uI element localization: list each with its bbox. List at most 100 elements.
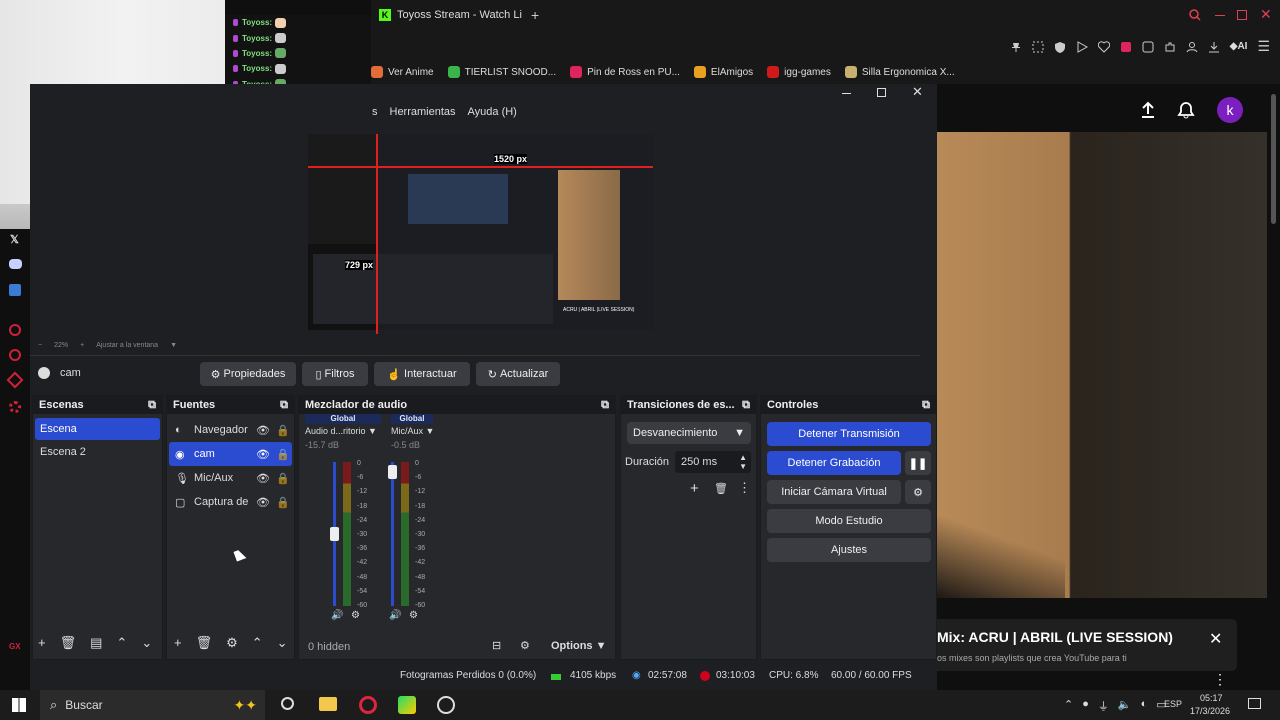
clock-date[interactable]: 17/3/2026 xyxy=(1190,706,1230,716)
lock-icon[interactable]: 🔒 xyxy=(276,496,290,509)
pause-record-button[interactable]: ❚❚ xyxy=(905,451,931,475)
fit-window-label[interactable]: Ajustar a la ventana xyxy=(96,342,158,349)
more-options-icon[interactable]: ⋮ xyxy=(738,480,751,496)
pin-icon[interactable] xyxy=(1010,41,1022,53)
interact-button[interactable]: ☝ Interactuar xyxy=(374,362,470,386)
shield-icon[interactable] xyxy=(1054,41,1066,53)
channel-name[interactable]: Audio d...ritorio ▼ xyxy=(305,426,389,436)
volume-slider-track[interactable] xyxy=(391,462,394,606)
scene-filters-icon[interactable]: ▤ xyxy=(90,635,102,651)
scrollbar[interactable] xyxy=(1271,94,1276,224)
close-icon[interactable]: ✕ xyxy=(1260,6,1272,23)
search-tabs-icon[interactable] xyxy=(1189,9,1201,21)
history-icon[interactable] xyxy=(9,324,21,336)
avatar[interactable]: k xyxy=(1217,97,1243,123)
source-settings-icon[interactable]: ⚙ xyxy=(226,635,238,651)
stop-stream-button[interactable]: Detener Transmisión xyxy=(767,422,931,446)
bell-icon[interactable] xyxy=(1177,101,1195,119)
language-indicator[interactable]: ESP xyxy=(1164,699,1182,709)
move-up-icon[interactable]: ⌃ xyxy=(116,635,127,651)
scene-item[interactable]: Escena 2 xyxy=(35,440,160,464)
spin-icon[interactable]: ▲ ▼ xyxy=(739,453,747,471)
minimize-icon[interactable] xyxy=(1215,15,1225,16)
obs-taskbar-icon[interactable] xyxy=(437,696,455,714)
more-vert-icon[interactable]: ⋮ xyxy=(1213,671,1227,688)
zoom-in-button[interactable]: + xyxy=(80,342,84,349)
volume-icon[interactable]: 🔈 xyxy=(1118,698,1132,714)
undock-icon[interactable]: ⧉ xyxy=(148,399,156,412)
delete-scene-icon[interactable]: 🗑 xyxy=(60,635,77,651)
transition-select[interactable]: Desvanecimiento ▼ xyxy=(627,422,751,444)
source-item[interactable]: 🎙 Mic/Aux 👁 🔒 xyxy=(169,466,292,490)
filters-button[interactable]: ▯ Filtros xyxy=(302,362,368,386)
cube-icon[interactable] xyxy=(6,371,24,389)
visibility-eye-icon[interactable]: 👁 xyxy=(256,496,270,509)
add-source-button[interactable]: + xyxy=(174,635,182,651)
x-icon[interactable]: 𝕏 xyxy=(10,233,19,246)
add-scene-button[interactable]: + xyxy=(38,635,46,651)
maximize-icon[interactable] xyxy=(1237,10,1247,20)
menu-item-tools[interactable]: Herramientas xyxy=(390,106,456,118)
upload-icon[interactable] xyxy=(1140,101,1156,119)
bookmark-item[interactable]: TIERLIST SNOOD... xyxy=(447,66,556,78)
app-blue-icon[interactable] xyxy=(9,284,21,296)
mute-speaker-icon[interactable]: 🔊 xyxy=(331,610,343,621)
duration-spinbox[interactable]: 250 ms ▲ ▼ xyxy=(675,451,751,473)
delete-source-icon[interactable]: 🗑 xyxy=(196,635,213,651)
chevron-up-icon[interactable]: ⌃ xyxy=(1064,698,1073,714)
obs-close-icon[interactable]: ✕ xyxy=(912,84,923,100)
tab-toyoss[interactable]: K Toyoss Stream - Watch Li xyxy=(379,6,522,24)
stop-record-button[interactable]: Detener Grabación xyxy=(767,451,901,475)
add-transition-button[interactable]: + xyxy=(690,480,699,497)
mute-speaker-icon[interactable]: 🔊 xyxy=(389,610,401,621)
scene-item[interactable]: Escena xyxy=(35,418,160,440)
properties-button[interactable]: ⚙ Propiedades xyxy=(200,362,296,386)
mixer-layout-icon[interactable]: ⊟ xyxy=(492,639,501,652)
lock-icon[interactable]: 🔒 xyxy=(276,424,290,437)
download-icon[interactable] xyxy=(1208,41,1220,53)
bookmark-item[interactable]: Pin de Ross en PU... xyxy=(570,66,680,78)
puzzle-icon[interactable] xyxy=(1164,41,1176,53)
taskbar-search[interactable]: ⌕ Buscar ✦✦ xyxy=(40,690,265,720)
zoom-out-button[interactable]: − xyxy=(38,342,42,349)
volume-slider-thumb[interactable] xyxy=(388,464,397,479)
source-item[interactable]: ◐ Navegador 👁 🔒 xyxy=(169,418,292,442)
audio-settings-icon[interactable]: ⚙ xyxy=(351,610,360,621)
new-tab-button[interactable]: + xyxy=(531,7,539,23)
source-item[interactable]: ▢ Captura de 👁 🔒 xyxy=(169,490,292,514)
move-up-icon[interactable]: ⌃ xyxy=(252,635,263,651)
lock-icon[interactable]: 🔒 xyxy=(276,472,290,485)
move-down-icon[interactable]: ⌄ xyxy=(141,635,152,651)
obs-minimize-icon[interactable] xyxy=(842,93,851,94)
bookmark-item[interactable]: ElAmigos xyxy=(693,66,753,78)
lock-icon[interactable]: 🔒 xyxy=(276,448,290,461)
zoom-dropdown-icon[interactable]: ▼ xyxy=(170,342,177,349)
clock-time[interactable]: 05:17 xyxy=(1200,693,1223,703)
channel-name[interactable]: Mic/Aux ▼ xyxy=(391,426,475,436)
clock-icon[interactable] xyxy=(9,349,21,361)
bookmark-item[interactable]: igg-games xyxy=(767,66,831,78)
mixer-advanced-icon[interactable]: ⚙ xyxy=(520,639,530,652)
source-item[interactable]: ◉ cam 👁 🔒 xyxy=(169,442,292,466)
close-mix-icon[interactable]: ✕ xyxy=(1209,629,1222,649)
undock-icon[interactable]: ⧉ xyxy=(280,399,288,412)
bookmark-item[interactable]: Ver Anime xyxy=(371,66,434,78)
mix-banner[interactable]: Mix: ACRU | ABRIL (LIVE SESSION) os mixe… xyxy=(937,619,1237,671)
refresh-button[interactable]: ↻ Actualizar xyxy=(476,362,560,386)
virtual-cam-settings-button[interactable]: ⚙ xyxy=(905,480,931,504)
ai-button[interactable]: ◆AI xyxy=(1230,41,1248,52)
audio-settings-icon[interactable]: ⚙ xyxy=(409,610,418,621)
virtual-cam-button[interactable]: Iniciar Cámara Virtual xyxy=(767,480,901,504)
app-icon[interactable] xyxy=(398,696,416,714)
usb-icon[interactable]: ⏚ xyxy=(1098,698,1109,714)
preview-area[interactable]: 1520 px 729 px ACRU | ABRIL (LIVE SESSIO… xyxy=(30,124,920,349)
undock-icon[interactable]: ⧉ xyxy=(601,399,609,412)
volume-slider-thumb[interactable] xyxy=(330,526,339,541)
menu-item-help[interactable]: Ayuda (H) xyxy=(468,106,517,118)
undock-icon[interactable]: ⧉ xyxy=(922,399,930,412)
windows-start-icon[interactable] xyxy=(12,698,26,712)
visibility-eye-icon[interactable]: 👁 xyxy=(256,448,270,461)
visibility-eye-icon[interactable]: 👁 xyxy=(256,472,270,485)
mixer-options-button[interactable]: Options ▼ xyxy=(551,640,607,652)
mic-icon[interactable]: ● xyxy=(1082,698,1089,714)
